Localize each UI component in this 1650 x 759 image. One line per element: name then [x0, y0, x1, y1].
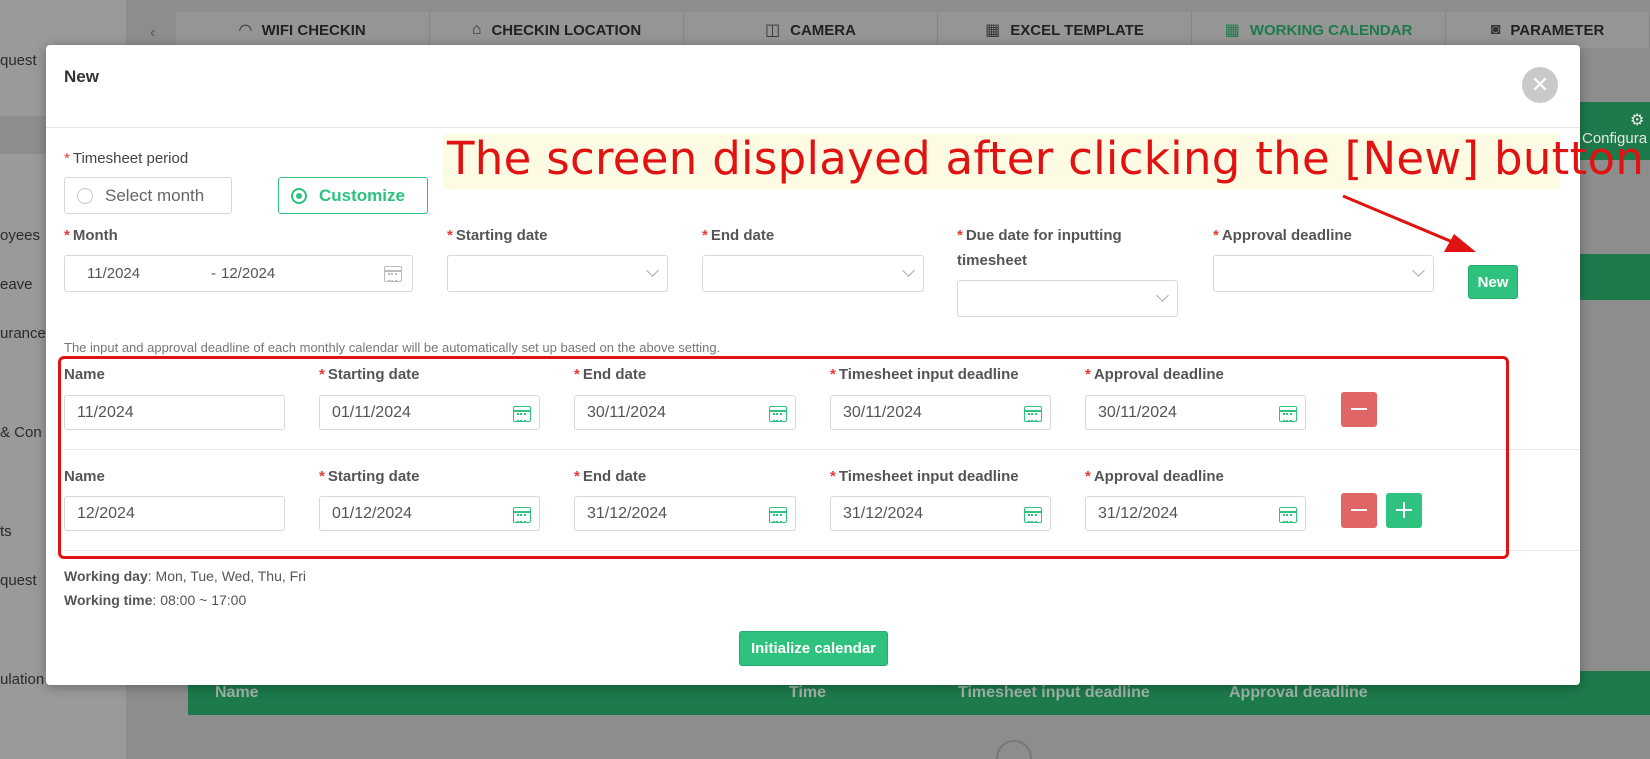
col-time: Time	[789, 684, 827, 701]
tab-excel-template[interactable]: ▦ EXCEL TEMPLATE	[938, 12, 1192, 48]
due-date-label-line2: timesheet	[957, 252, 1028, 269]
chevron-down-icon	[1412, 264, 1425, 277]
sidebar-item[interactable]: ulation	[0, 671, 44, 688]
working-time-info: Working time: 08:00 ~ 17:00	[64, 592, 247, 608]
sidebar-item[interactable]: eave	[0, 276, 33, 293]
approval-deadline-label: * Approval deadline	[1213, 227, 1352, 244]
calendar-icon: ▦	[1224, 22, 1240, 39]
grid-icon: ▦	[985, 22, 1001, 39]
radio-label: Customize	[319, 185, 405, 205]
tab-label: CHECKIN LOCATION	[491, 21, 642, 39]
due-date-select[interactable]	[957, 280, 1178, 317]
sidebar-item[interactable]: urance	[0, 325, 46, 342]
month-range-input[interactable]: 11/2024 - 12/2024	[64, 255, 413, 292]
timesheet-period-label: * Timesheet period	[64, 150, 189, 167]
starting-date-label: * Starting date	[447, 227, 548, 244]
calendar-icon	[384, 266, 402, 282]
annotation-highlight-box	[58, 356, 1509, 559]
initialize-calendar-button[interactable]: Initialize calendar	[739, 631, 888, 666]
tab-label: WORKING CALENDAR	[1249, 21, 1413, 39]
photo-icon: ◙	[1490, 21, 1501, 38]
close-button[interactable]: ✕	[1522, 67, 1558, 103]
starting-date-select[interactable]	[447, 255, 668, 292]
tab-camera[interactable]: ◫ CAMERA	[684, 12, 938, 48]
working-day-info: Working day: Mon, Tue, Wed, Thu, Fri	[64, 568, 306, 584]
modal-title: New	[64, 67, 99, 86]
background-green-bar	[1578, 254, 1650, 300]
month-label: * Month	[64, 227, 118, 244]
radio-select-month[interactable]: Select month	[64, 177, 232, 214]
camera-icon: ◫	[765, 22, 781, 39]
location-icon: ⌂	[471, 21, 482, 38]
hint-text: The input and approval deadline of each …	[64, 340, 721, 355]
sidebar-item[interactable]: ts	[0, 523, 12, 540]
radio-customize[interactable]: Customize	[278, 177, 428, 214]
radio-label: Select month	[105, 185, 205, 205]
gear-icon: ⚙	[1630, 112, 1645, 129]
chevron-down-icon	[1156, 289, 1169, 302]
sidebar-item[interactable]: oyees	[0, 227, 40, 244]
chevron-down-icon	[646, 264, 659, 277]
radio-dot	[291, 187, 307, 204]
tab-wifi-checkin[interactable]: ◠ WIFI CHECKIN	[176, 12, 430, 48]
sidebar-item[interactable]: & Con	[0, 424, 42, 441]
col-input-deadline: Timesheet input deadline	[958, 684, 1150, 701]
wifi-icon: ◠	[239, 22, 252, 39]
tab-parameter[interactable]: ◙ PARAMETER	[1446, 12, 1650, 48]
tab-label: CAMERA	[790, 21, 856, 39]
approval-deadline-select[interactable]	[1213, 255, 1434, 292]
tab-scroll-left-icon[interactable]: ‹	[150, 24, 155, 42]
close-icon: ✕	[1530, 72, 1550, 97]
new-button[interactable]: New	[1468, 265, 1518, 299]
month-from: 11/2024	[87, 265, 141, 282]
tab-label: EXCEL TEMPLATE	[1010, 21, 1144, 39]
tab-working-calendar[interactable]: ▦ WORKING CALENDAR	[1192, 12, 1446, 48]
tab-label: PARAMETER	[1510, 21, 1605, 39]
chevron-down-icon	[902, 264, 915, 277]
due-date-label: * Due date for inputting	[957, 227, 1122, 244]
tab-label: WIFI CHECKIN	[261, 21, 366, 39]
annotation-text: The screen displayed after clicking the …	[447, 132, 1645, 185]
end-date-select[interactable]	[702, 255, 924, 292]
sidebar-item[interactable]: quest	[0, 52, 37, 69]
sidebar-item[interactable]: quest	[0, 572, 37, 589]
radio-dot	[77, 187, 93, 204]
month-separator: -	[211, 265, 216, 282]
modal-divider	[46, 127, 1580, 128]
col-name: Name	[215, 684, 259, 701]
settings-tabs: ◠ WIFI CHECKIN ⌂ CHECKIN LOCATION ◫ CAMERA …	[176, 12, 1650, 48]
col-approval-deadline: Approval deadline	[1229, 684, 1368, 701]
month-to: 12/2024	[221, 265, 276, 282]
tab-checkin-location[interactable]: ⌂ CHECKIN LOCATION	[430, 12, 684, 48]
end-date-label: * End date	[702, 227, 775, 244]
